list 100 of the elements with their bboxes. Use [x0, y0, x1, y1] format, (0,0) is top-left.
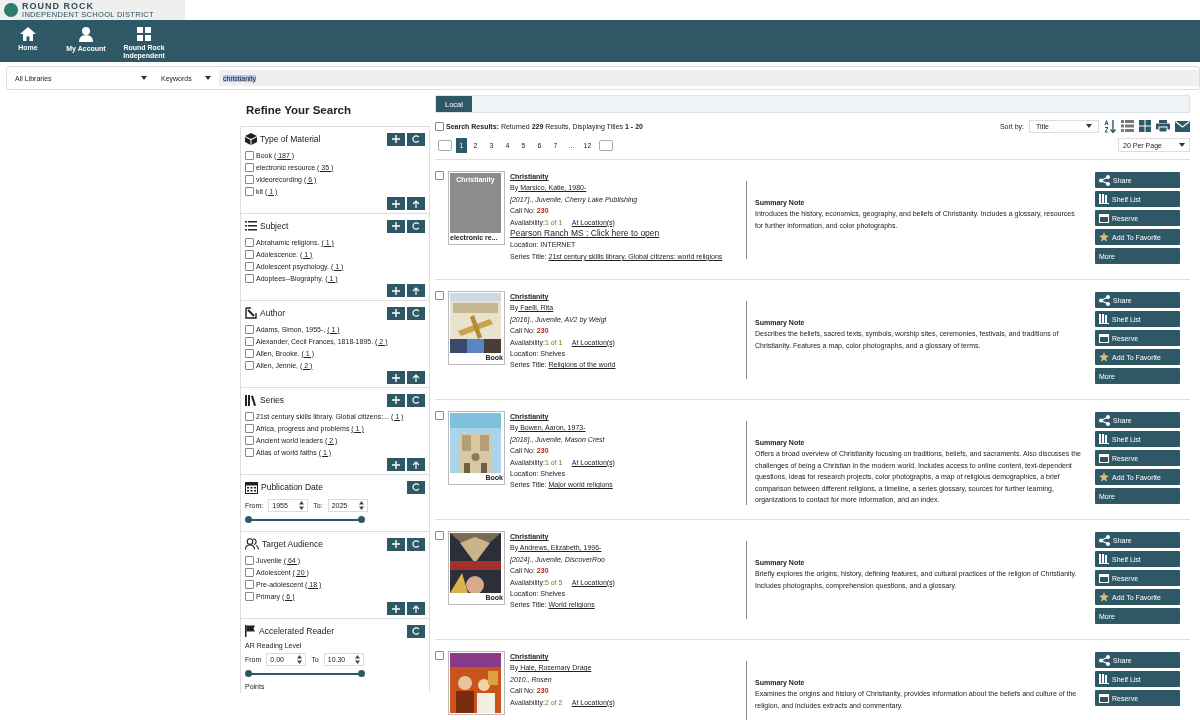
checkbox[interactable] — [435, 411, 444, 420]
people-icon — [245, 538, 259, 550]
up-arrow-icon — [412, 286, 420, 295]
pen-square-icon — [245, 307, 257, 319]
facet-title: Author — [260, 308, 287, 318]
collapse-button[interactable] — [407, 458, 425, 471]
books-icon — [1099, 194, 1109, 204]
open-link[interactable]: Pearson Ranch MS : Click here to open — [510, 228, 746, 240]
calendar-icon — [1099, 333, 1109, 343]
cube-icon — [245, 133, 257, 145]
plus-icon — [392, 222, 400, 230]
checkbox[interactable] — [245, 411, 254, 421]
collapse-button[interactable] — [407, 371, 425, 384]
refresh-button[interactable] — [407, 306, 425, 320]
refresh-icon — [412, 396, 420, 404]
print-icon[interactable] — [1156, 120, 1170, 132]
caret-icon — [205, 76, 211, 80]
plus-icon — [392, 540, 400, 548]
refresh-icon — [412, 483, 420, 491]
checkbox[interactable] — [245, 579, 254, 589]
star-icon — [1099, 472, 1109, 482]
refresh-icon — [412, 309, 420, 317]
checkbox[interactable] — [245, 591, 254, 601]
calendar-icon — [245, 480, 258, 494]
plus-icon — [392, 309, 400, 317]
refresh-icon — [412, 135, 420, 143]
add-button[interactable] — [387, 132, 405, 146]
refresh-button[interactable] — [407, 480, 425, 494]
refresh-button[interactable] — [407, 132, 425, 146]
checkbox[interactable] — [245, 174, 254, 184]
slider-handle[interactable] — [245, 670, 252, 677]
checkbox[interactable] — [245, 186, 254, 196]
add-button[interactable] — [387, 306, 405, 320]
plus-icon — [392, 199, 400, 208]
slider-handle[interactable] — [358, 516, 365, 523]
mail-icon[interactable] — [1175, 120, 1190, 132]
facet-title: Accelerated Reader — [259, 626, 336, 636]
collapse-button[interactable] — [407, 197, 425, 210]
refresh-button[interactable] — [407, 393, 425, 407]
checkbox[interactable] — [245, 435, 254, 445]
books-icon — [1099, 674, 1109, 684]
checkbox[interactable] — [435, 171, 444, 180]
star-icon — [1099, 352, 1109, 362]
checkbox[interactable] — [245, 423, 254, 433]
star-icon — [1099, 232, 1109, 242]
spinner-icon — [297, 655, 303, 664]
add-button[interactable] — [387, 537, 405, 551]
checkbox[interactable] — [245, 237, 254, 247]
checkbox[interactable] — [245, 150, 254, 160]
refresh-icon — [412, 540, 420, 548]
slider-handle[interactable] — [358, 670, 365, 677]
plus-icon — [392, 286, 400, 295]
checkbox[interactable] — [245, 324, 254, 334]
checkbox[interactable] — [245, 360, 254, 370]
checkbox[interactable] — [435, 291, 444, 300]
collapse-button[interactable] — [407, 602, 425, 615]
refresh-button[interactable] — [407, 537, 425, 551]
add-button[interactable] — [387, 602, 405, 615]
checkbox[interactable] — [245, 567, 254, 577]
checkbox[interactable] — [245, 273, 254, 283]
checkbox[interactable] — [245, 348, 254, 358]
add-button[interactable] — [387, 458, 405, 471]
home-icon — [20, 27, 36, 41]
add-button[interactable] — [387, 284, 405, 297]
checkbox[interactable] — [245, 249, 254, 259]
add-button[interactable] — [387, 393, 405, 407]
spinner-icon — [299, 501, 305, 510]
checkbox[interactable] — [245, 447, 254, 457]
star-icon — [1099, 592, 1109, 602]
plus-icon — [392, 135, 400, 143]
list-view-icon[interactable] — [1121, 120, 1134, 132]
add-button[interactable] — [387, 219, 405, 233]
grid-view-icon[interactable] — [1139, 120, 1151, 132]
refresh-button[interactable] — [407, 219, 425, 233]
checkbox[interactable] — [435, 531, 444, 540]
add-button[interactable] — [387, 371, 405, 384]
facet-title: Subject — [260, 221, 290, 231]
checkbox[interactable] — [245, 336, 254, 346]
checkbox[interactable] — [245, 162, 254, 172]
facet-title: Series — [260, 395, 286, 405]
plus-icon — [392, 460, 400, 469]
slider-handle[interactable] — [245, 516, 252, 523]
checkbox[interactable] — [245, 261, 254, 271]
caret-icon — [141, 76, 147, 80]
grid-icon — [137, 27, 151, 41]
up-arrow-icon — [412, 604, 420, 613]
spinner-icon — [354, 655, 360, 664]
book-cover[interactable] — [448, 651, 505, 715]
checkbox[interactable] — [245, 555, 254, 565]
flag-icon — [245, 625, 256, 637]
refresh-button[interactable] — [407, 624, 425, 638]
calendar-icon — [1099, 453, 1109, 463]
add-button[interactable] — [387, 197, 405, 210]
share-icon — [1099, 534, 1110, 546]
checkbox[interactable] — [435, 121, 444, 131]
checkbox[interactable] — [435, 651, 444, 660]
person-icon — [79, 27, 93, 42]
collapse-button[interactable] — [407, 284, 425, 297]
caret-icon — [1086, 124, 1092, 128]
sort-icon[interactable] — [1104, 119, 1116, 133]
